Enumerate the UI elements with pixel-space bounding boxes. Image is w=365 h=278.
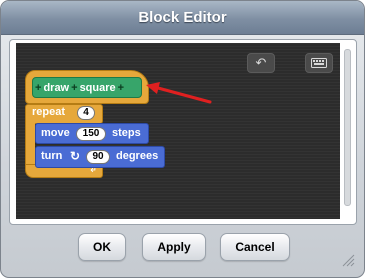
block-editor-dialog: Block Editor ↶ + draw + square + repeat … xyxy=(0,0,365,278)
turn-block[interactable]: turn ↻ 90 degrees xyxy=(35,146,165,168)
add-input-plus-icon[interactable]: + xyxy=(118,82,124,94)
annotation-arrow-icon xyxy=(146,82,212,104)
repeat-label: repeat xyxy=(32,106,66,118)
block-prototype[interactable]: + draw + square + xyxy=(32,77,142,98)
move-suffix: steps xyxy=(112,127,141,139)
undo-icon: ↶ xyxy=(255,55,267,70)
resize-grip-icon[interactable] xyxy=(339,251,355,267)
move-block[interactable]: move 150 steps xyxy=(35,123,149,144)
apply-button[interactable]: Apply xyxy=(142,233,206,261)
turn-degrees-input[interactable]: 90 xyxy=(86,150,110,164)
title-bar[interactable]: Block Editor xyxy=(1,1,364,35)
rotate-clockwise-icon: ↻ xyxy=(70,149,81,163)
keyboard-entry-button[interactable] xyxy=(305,53,333,73)
keyboard-icon xyxy=(311,58,327,68)
move-label: move xyxy=(41,127,70,139)
turn-suffix: degrees xyxy=(116,150,159,162)
prototype-word-square[interactable]: square xyxy=(80,82,116,94)
prototype-word-draw[interactable]: draw xyxy=(43,82,69,94)
ok-button[interactable]: OK xyxy=(78,233,126,261)
add-input-plus-icon[interactable]: + xyxy=(71,82,77,94)
repeat-count-input[interactable]: 4 xyxy=(77,106,95,120)
add-input-plus-icon[interactable]: + xyxy=(35,82,41,94)
repeat-block-arm xyxy=(25,121,35,167)
move-steps-input[interactable]: 150 xyxy=(76,127,106,141)
cancel-button[interactable]: Cancel xyxy=(220,233,290,261)
turn-label: turn xyxy=(41,150,63,162)
scrollbar-thumb[interactable] xyxy=(344,49,351,206)
undo-button[interactable]: ↶ xyxy=(247,53,275,73)
dialog-title: Block Editor xyxy=(138,9,227,26)
